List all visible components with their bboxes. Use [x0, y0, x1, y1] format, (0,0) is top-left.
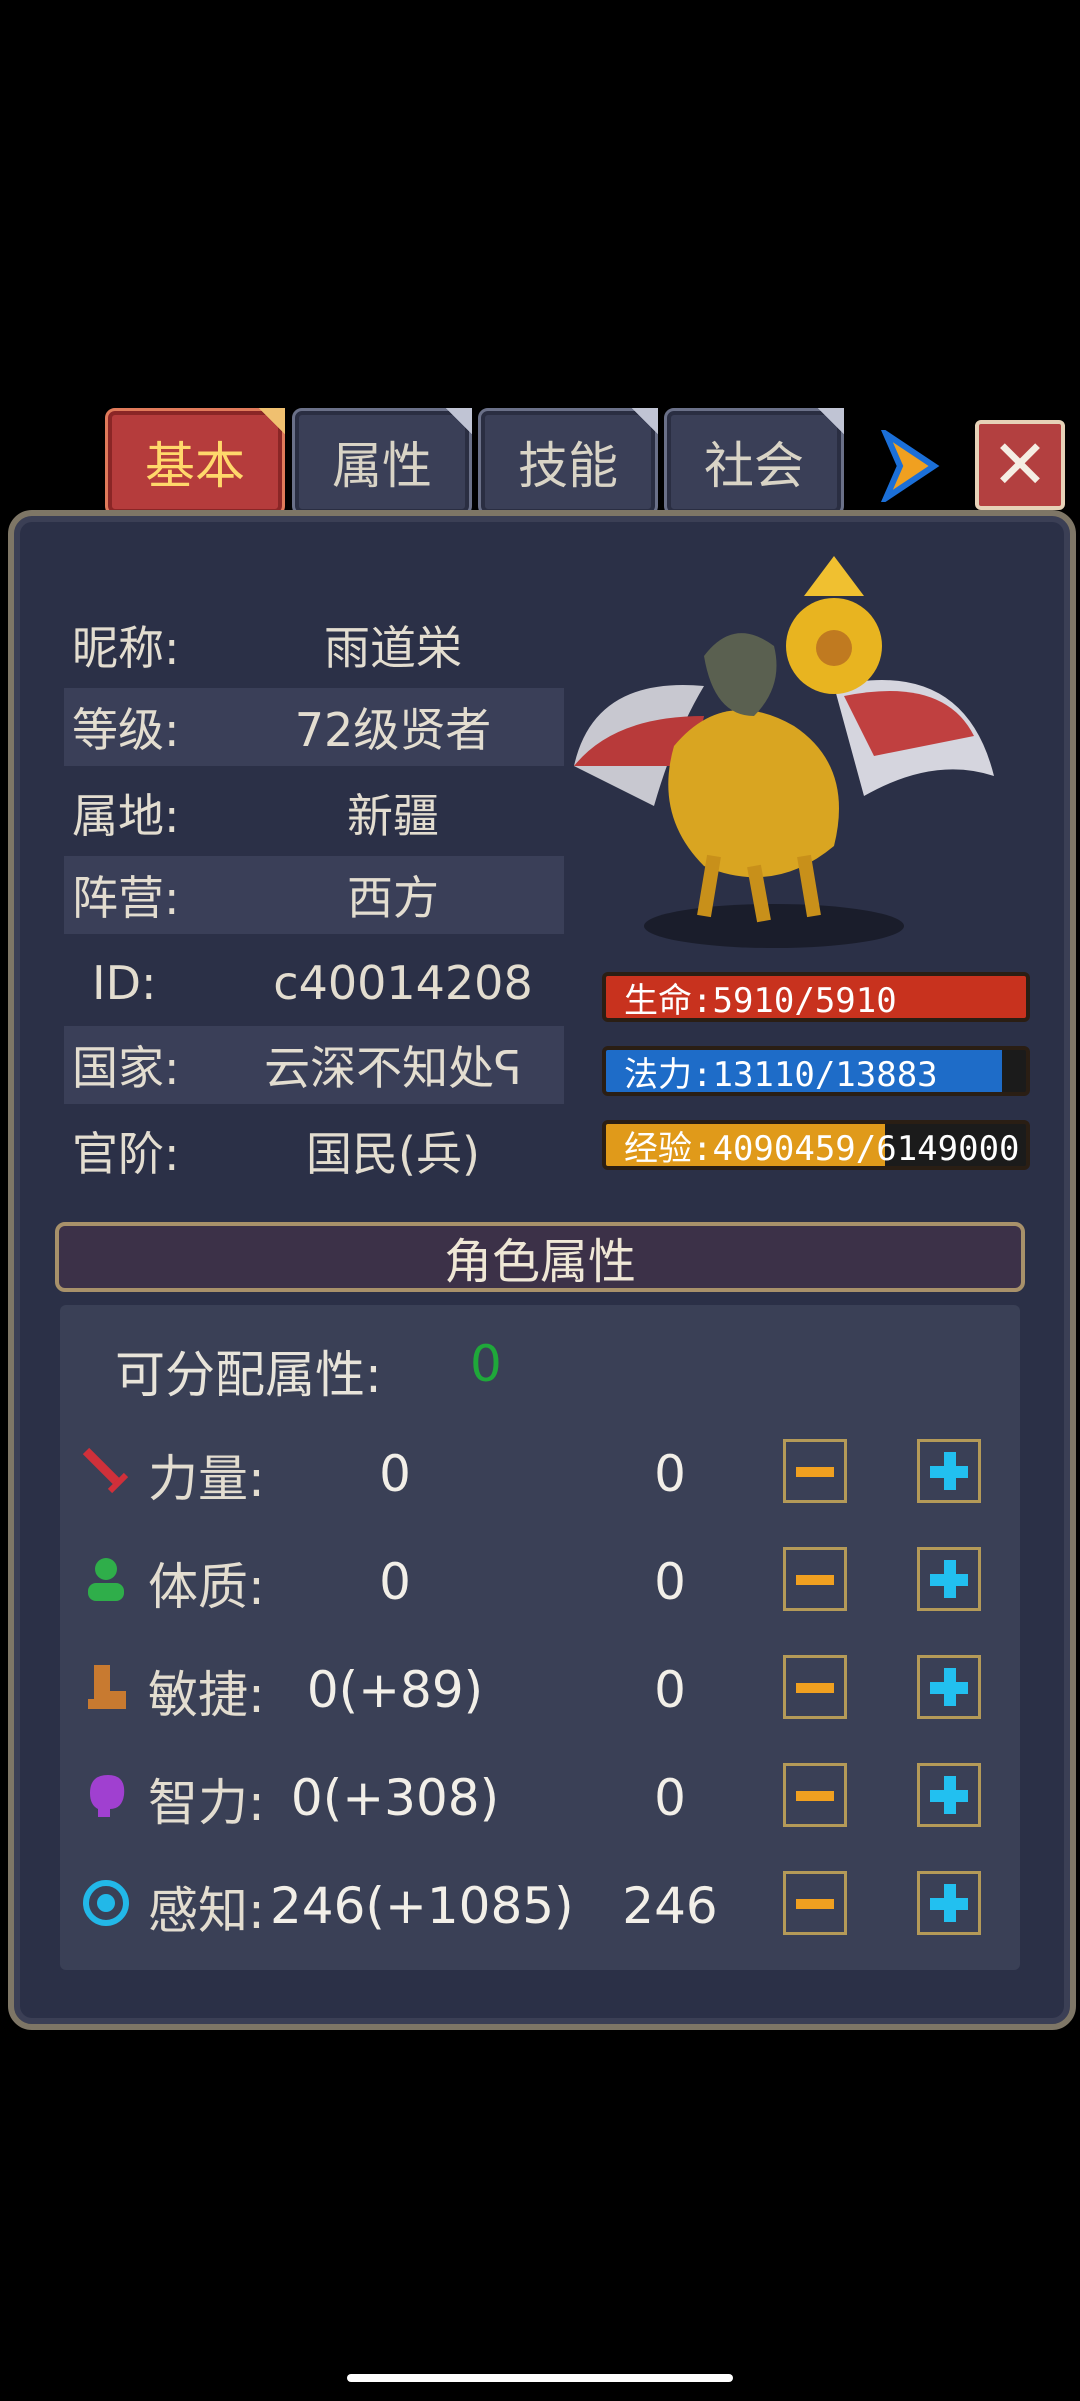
exp-text: 经验:4090459/6149000: [624, 1128, 1020, 1169]
info-row-country: 国家: 云深不知处ᕋ: [64, 1026, 564, 1104]
strength-plus-button[interactable]: [917, 1439, 981, 1503]
intelligence-label: 智力:: [148, 1774, 265, 1832]
perception-minus-button[interactable]: [783, 1871, 847, 1935]
tab-social[interactable]: 社会: [664, 408, 844, 516]
attributes-box: 可分配属性: 0 力量: 0 0 体质: 0 0 敏捷: 0(+89) 0 智力…: [60, 1305, 1020, 1970]
free-points-value: 0: [470, 1335, 502, 1393]
info-row-camp: 阵营: 西方: [64, 856, 564, 934]
info-row-territory: 属地: 新疆: [64, 774, 564, 852]
hp-text: 生命:5910/5910: [624, 980, 897, 1021]
tab-attributes-label: 属性: [332, 437, 432, 495]
attr-row-perception: 感知: 246(+1085) 246: [60, 1857, 1020, 1947]
info-row-id: ID: c40014208: [64, 944, 564, 1022]
tab-skills[interactable]: 技能: [478, 408, 658, 516]
agility-base: 0(+89): [306, 1661, 484, 1719]
perception-label: 感知:: [148, 1882, 265, 1940]
mp-bar: 法力:13110/13883: [602, 1046, 1030, 1096]
attr-row-strength: 力量: 0 0: [60, 1425, 1020, 1515]
attr-row-intelligence: 智力: 0(+308) 0: [60, 1749, 1020, 1839]
attributes-header: 角色属性: [55, 1222, 1025, 1292]
id-value: c40014208: [273, 956, 533, 1010]
constitution-label: 体质:: [148, 1558, 265, 1616]
exp-bar: 经验:4090459/6149000: [602, 1120, 1030, 1170]
territory-value: 新疆: [347, 789, 439, 843]
camp-label: 阵营:: [72, 871, 180, 925]
tab-skills-label: 技能: [518, 437, 618, 495]
constitution-added: 0: [654, 1553, 686, 1611]
id-label: ID:: [92, 956, 157, 1010]
home-indicator[interactable]: [347, 2374, 733, 2382]
close-button[interactable]: ✕: [975, 420, 1065, 510]
intelligence-minus-button[interactable]: [783, 1763, 847, 1827]
nickname-label: 昵称:: [72, 621, 180, 675]
camp-value: 西方: [347, 871, 439, 925]
tab-basic-label: 基本: [145, 437, 245, 495]
level-value: 72级贤者: [294, 703, 492, 757]
tab-attributes[interactable]: 属性: [292, 408, 472, 516]
level-label: 等级:: [72, 703, 180, 757]
perception-base: 246(+1085): [270, 1877, 574, 1935]
rank-value: 国民(兵): [306, 1127, 480, 1181]
intelligence-added: 0: [654, 1769, 686, 1827]
agility-added: 0: [654, 1661, 686, 1719]
agility-label: 敏捷:: [148, 1666, 265, 1724]
character-mount-sprite: [574, 556, 994, 948]
attr-row-constitution: 体质: 0 0: [60, 1533, 1020, 1623]
attributes-header-title: 角色属性: [443, 1234, 636, 1290]
sword-icon: [82, 1447, 129, 1494]
person-icon: [88, 1558, 124, 1601]
hp-bar: 生命:5910/5910: [602, 972, 1030, 1022]
free-points-label: 可分配属性:: [115, 1346, 382, 1404]
info-row-rank: 官阶: 国民(兵): [64, 1112, 564, 1190]
close-icon: ✕: [991, 425, 1049, 505]
strength-added: 0: [654, 1445, 686, 1503]
country-value: 云深不知处ᕋ: [264, 1041, 522, 1095]
eye-icon: [83, 1880, 129, 1926]
next-arrow-icon[interactable]: [880, 430, 940, 502]
info-row-level: 等级: 72级贤者: [64, 688, 564, 766]
tab-basic[interactable]: 基本: [105, 408, 285, 516]
strength-minus-button[interactable]: [783, 1439, 847, 1503]
perception-added: 246: [622, 1877, 718, 1935]
boot-icon: [88, 1665, 126, 1709]
attr-row-agility: 敏捷: 0(+89) 0: [60, 1641, 1020, 1731]
intelligence-base: 0(+308): [290, 1769, 500, 1827]
agility-minus-button[interactable]: [783, 1655, 847, 1719]
tab-social-label: 社会: [704, 437, 804, 495]
info-row-nickname: 昵称: 雨道栄: [64, 606, 564, 684]
strength-label: 力量:: [148, 1450, 265, 1508]
country-label: 国家:: [72, 1041, 180, 1095]
mp-text: 法力:13110/13883: [624, 1054, 938, 1095]
strength-base: 0: [379, 1445, 411, 1503]
brain-icon: [90, 1775, 125, 1817]
nickname-value: 雨道栄: [324, 621, 462, 675]
agility-plus-button[interactable]: [917, 1655, 981, 1719]
constitution-base: 0: [379, 1553, 411, 1611]
constitution-plus-button[interactable]: [917, 1547, 981, 1611]
perception-plus-button[interactable]: [917, 1871, 981, 1935]
territory-label: 属地:: [72, 789, 180, 843]
rank-label: 官阶:: [72, 1127, 180, 1181]
intelligence-plus-button[interactable]: [917, 1763, 981, 1827]
constitution-minus-button[interactable]: [783, 1547, 847, 1611]
